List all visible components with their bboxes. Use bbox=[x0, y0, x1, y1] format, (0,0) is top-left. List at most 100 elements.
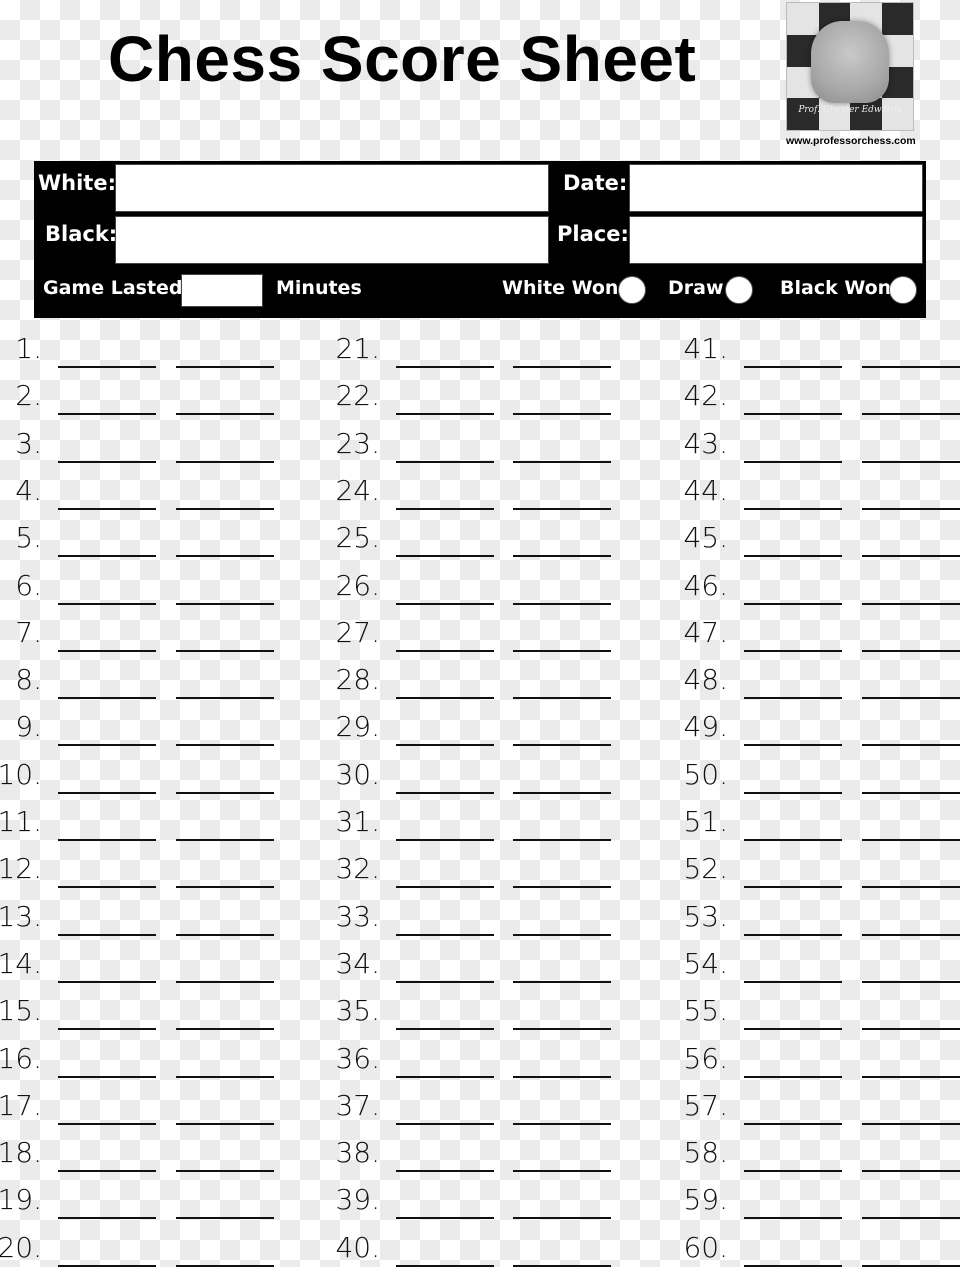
white-move-field[interactable] bbox=[396, 839, 494, 841]
white-move-field[interactable] bbox=[396, 366, 494, 368]
white-move-field[interactable] bbox=[744, 366, 842, 368]
white-move-field[interactable] bbox=[744, 555, 842, 558]
white-move-field[interactable] bbox=[744, 413, 842, 416]
black-move-field[interactable] bbox=[862, 1170, 960, 1173]
black-move-field[interactable] bbox=[176, 1217, 274, 1220]
black-move-field[interactable] bbox=[176, 366, 274, 368]
white-move-field[interactable] bbox=[744, 886, 842, 889]
black-move-field[interactable] bbox=[862, 744, 960, 747]
white-move-field[interactable] bbox=[58, 507, 156, 510]
white-move-field[interactable] bbox=[396, 602, 494, 605]
white-move-field[interactable] bbox=[58, 1217, 156, 1220]
white-move-field[interactable] bbox=[396, 1122, 494, 1125]
white-won-radio[interactable] bbox=[618, 276, 646, 304]
white-move-field[interactable] bbox=[396, 1264, 494, 1267]
white-move-field[interactable] bbox=[744, 839, 842, 841]
black-move-field[interactable] bbox=[513, 1264, 611, 1267]
black-move-field[interactable] bbox=[176, 1264, 274, 1267]
white-move-field[interactable] bbox=[58, 886, 156, 889]
white-move-field[interactable] bbox=[396, 1075, 494, 1078]
black-move-field[interactable] bbox=[862, 980, 960, 983]
website-link[interactable]: www.professorchess.com bbox=[786, 135, 916, 147]
black-move-field[interactable] bbox=[513, 791, 611, 794]
black-move-field[interactable] bbox=[862, 366, 960, 368]
black-move-field[interactable] bbox=[862, 649, 960, 652]
black-move-field[interactable] bbox=[513, 980, 611, 983]
black-move-field[interactable] bbox=[862, 413, 960, 416]
draw-radio[interactable] bbox=[725, 276, 753, 304]
white-move-field[interactable] bbox=[58, 744, 156, 747]
black-move-field[interactable] bbox=[513, 602, 611, 605]
black-move-field[interactable] bbox=[513, 1122, 611, 1125]
white-move-field[interactable] bbox=[744, 1170, 842, 1173]
black-move-field[interactable] bbox=[176, 413, 274, 416]
white-move-field[interactable] bbox=[744, 933, 842, 936]
black-move-field[interactable] bbox=[862, 555, 960, 558]
black-move-field[interactable] bbox=[176, 1122, 274, 1125]
black-move-field[interactable] bbox=[513, 460, 611, 463]
white-move-field[interactable] bbox=[744, 1217, 842, 1220]
black-move-field[interactable] bbox=[176, 886, 274, 889]
white-move-field[interactable] bbox=[744, 649, 842, 652]
white-move-field[interactable] bbox=[396, 1028, 494, 1031]
black-move-field[interactable] bbox=[862, 791, 960, 794]
white-move-field[interactable] bbox=[744, 507, 842, 510]
black-move-field[interactable] bbox=[176, 697, 274, 700]
black-move-field[interactable] bbox=[176, 839, 274, 841]
white-move-field[interactable] bbox=[58, 602, 156, 605]
white-move-field[interactable] bbox=[396, 1217, 494, 1220]
black-move-field[interactable] bbox=[176, 602, 274, 605]
black-move-field[interactable] bbox=[513, 697, 611, 700]
white-move-field[interactable] bbox=[58, 649, 156, 652]
black-move-field[interactable] bbox=[176, 980, 274, 983]
white-move-field[interactable] bbox=[396, 980, 494, 983]
black-move-field[interactable] bbox=[513, 555, 611, 558]
black-move-field[interactable] bbox=[513, 366, 611, 368]
white-move-field[interactable] bbox=[744, 460, 842, 463]
black-move-field[interactable] bbox=[513, 886, 611, 889]
black-move-field[interactable] bbox=[862, 507, 960, 510]
black-move-field[interactable] bbox=[176, 933, 274, 936]
white-move-field[interactable] bbox=[396, 460, 494, 463]
black-player-field[interactable] bbox=[115, 216, 549, 264]
white-move-field[interactable] bbox=[396, 555, 494, 558]
black-won-radio[interactable] bbox=[889, 276, 917, 304]
black-move-field[interactable] bbox=[862, 460, 960, 463]
white-move-field[interactable] bbox=[744, 602, 842, 605]
black-move-field[interactable] bbox=[176, 555, 274, 558]
white-move-field[interactable] bbox=[744, 1028, 842, 1031]
black-move-field[interactable] bbox=[862, 697, 960, 700]
black-move-field[interactable] bbox=[513, 1028, 611, 1031]
white-move-field[interactable] bbox=[396, 413, 494, 416]
white-move-field[interactable] bbox=[396, 697, 494, 700]
black-move-field[interactable] bbox=[862, 1264, 960, 1267]
black-move-field[interactable] bbox=[176, 1028, 274, 1031]
white-move-field[interactable] bbox=[744, 791, 842, 794]
white-move-field[interactable] bbox=[396, 933, 494, 936]
black-move-field[interactable] bbox=[176, 1170, 274, 1173]
white-move-field[interactable] bbox=[58, 980, 156, 983]
white-move-field[interactable] bbox=[744, 744, 842, 747]
black-move-field[interactable] bbox=[513, 649, 611, 652]
black-move-field[interactable] bbox=[862, 1217, 960, 1220]
black-move-field[interactable] bbox=[176, 460, 274, 463]
black-move-field[interactable] bbox=[176, 507, 274, 510]
black-move-field[interactable] bbox=[176, 649, 274, 652]
white-move-field[interactable] bbox=[744, 1075, 842, 1078]
place-field[interactable] bbox=[629, 216, 923, 264]
white-move-field[interactable] bbox=[396, 1170, 494, 1173]
white-move-field[interactable] bbox=[744, 980, 842, 983]
black-move-field[interactable] bbox=[862, 1075, 960, 1078]
white-move-field[interactable] bbox=[58, 697, 156, 700]
white-move-field[interactable] bbox=[744, 1122, 842, 1125]
white-move-field[interactable] bbox=[58, 1028, 156, 1031]
white-move-field[interactable] bbox=[58, 366, 156, 368]
white-move-field[interactable] bbox=[396, 649, 494, 652]
white-move-field[interactable] bbox=[58, 460, 156, 463]
black-move-field[interactable] bbox=[176, 791, 274, 794]
white-move-field[interactable] bbox=[396, 886, 494, 889]
white-move-field[interactable] bbox=[744, 1264, 842, 1267]
black-move-field[interactable] bbox=[513, 1217, 611, 1220]
black-move-field[interactable] bbox=[862, 933, 960, 936]
white-move-field[interactable] bbox=[58, 555, 156, 558]
